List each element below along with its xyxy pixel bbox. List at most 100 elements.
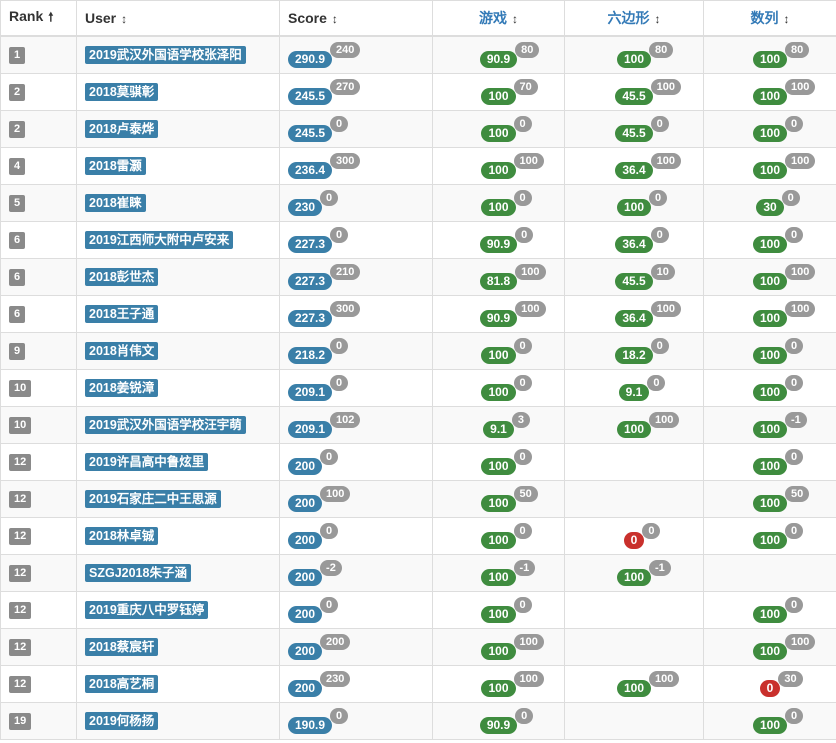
problem-score-pill[interactable]: 100 [752, 88, 788, 105]
score-pill[interactable]: 209.1 [288, 421, 333, 438]
problem-score-pill[interactable]: 36.4 [615, 310, 653, 327]
score-pill[interactable]: 200 [288, 606, 323, 623]
score-pill[interactable]: 227.3 [288, 236, 333, 253]
problem-score-pill[interactable]: 100 [616, 51, 652, 68]
problem-score-pill[interactable]: 100 [481, 384, 516, 401]
user-link[interactable]: 2019武汉外国语学校张泽阳 [85, 46, 246, 64]
problem-score-pill[interactable]: 100 [481, 680, 516, 697]
user-link[interactable]: 2019重庆八中罗钰婷 [85, 601, 209, 619]
sort-icon[interactable]: ↕ [655, 12, 661, 26]
problem-score-pill[interactable]: 100 [752, 236, 788, 253]
user-link[interactable]: 2018林卓铖 [85, 527, 159, 545]
user-link[interactable]: 2018蔡宸轩 [85, 638, 159, 656]
problem-score-pill[interactable]: 100 [752, 717, 788, 734]
problem-score-pill[interactable]: 100 [481, 495, 516, 512]
user-link[interactable]: 2018彭世杰 [85, 268, 159, 286]
problem-score-pill[interactable]: 100 [481, 125, 516, 142]
problem-score-pill[interactable]: 0 [623, 532, 645, 549]
problem-score-pill[interactable]: 100 [752, 310, 788, 327]
problem-score-pill[interactable]: 90.9 [479, 236, 518, 253]
problem-score-pill[interactable]: 90.9 [479, 717, 518, 734]
score-pill[interactable]: 227.3 [288, 273, 333, 290]
problem-score-pill[interactable]: 100 [616, 680, 652, 697]
problem-score-pill[interactable]: 45.5 [615, 88, 653, 105]
user-link[interactable]: 2019许昌高中鲁炫里 [85, 453, 209, 471]
problem-score-pill[interactable]: 100 [752, 51, 788, 68]
score-column-header[interactable]: Score ↕ [279, 0, 433, 37]
problem-link-3[interactable]: 数列 [751, 10, 779, 26]
problem-score-pill[interactable]: 30 [756, 199, 784, 216]
problem-score-pill[interactable]: 0 [759, 680, 781, 697]
sort-icon[interactable]: ↕ [512, 12, 518, 26]
user-column-header[interactable]: User ↕ [76, 0, 280, 37]
user-link[interactable]: 2018雷灏 [85, 157, 146, 175]
user-link[interactable]: 2018王子通 [85, 305, 159, 323]
problem-score-pill[interactable]: 9.1 [483, 421, 514, 438]
score-pill[interactable]: 290.9 [288, 51, 333, 68]
problem-header-3[interactable]: 数列 ↕ [703, 0, 836, 37]
score-pill[interactable]: 200 [288, 458, 323, 475]
score-pill[interactable]: 227.3 [288, 310, 333, 327]
user-link[interactable]: 2018姜锐漳 [85, 379, 159, 397]
problem-score-pill[interactable]: 100 [752, 606, 788, 623]
user-link[interactable]: 2018莫骐彰 [85, 83, 159, 101]
problem-score-pill[interactable]: 100 [481, 199, 516, 216]
user-link[interactable]: 2018崔睐 [85, 194, 146, 212]
problem-score-pill[interactable]: 90.9 [479, 51, 518, 68]
problem-score-pill[interactable]: 100 [616, 421, 652, 438]
sort-icon[interactable]: ↕ [332, 12, 338, 26]
problem-header-2[interactable]: 六边形 ↕ [564, 0, 704, 37]
sort-up-icon[interactable]: 🠕 [48, 8, 53, 29]
problem-score-pill[interactable]: 100 [481, 347, 516, 364]
score-pill[interactable]: 236.4 [288, 162, 333, 179]
problem-score-pill[interactable]: 100 [481, 643, 516, 660]
problem-score-pill[interactable]: 45.5 [615, 273, 653, 290]
problem-score-pill[interactable]: 100 [752, 162, 788, 179]
problem-header-1[interactable]: 游戏 ↕ [432, 0, 565, 37]
problem-score-pill[interactable]: 90.9 [479, 310, 518, 327]
problem-score-pill[interactable]: 36.4 [615, 162, 653, 179]
problem-score-pill[interactable]: 100 [752, 643, 788, 660]
problem-score-pill[interactable]: 100 [752, 421, 788, 438]
problem-score-pill[interactable]: 81.8 [479, 273, 518, 290]
problem-score-pill[interactable]: 100 [616, 199, 652, 216]
score-pill[interactable]: 245.5 [288, 125, 333, 142]
sort-icon[interactable]: ↕ [121, 12, 127, 26]
problem-score-pill[interactable]: 100 [752, 384, 788, 401]
rank-column-header[interactable]: Rank 🠕 [0, 0, 77, 37]
score-pill[interactable]: 209.1 [288, 384, 333, 401]
score-pill[interactable]: 200 [288, 680, 323, 697]
problem-score-pill[interactable]: 100 [752, 347, 788, 364]
problem-score-pill[interactable]: 45.5 [615, 125, 653, 142]
problem-score-pill[interactable]: 18.2 [615, 347, 653, 364]
score-pill[interactable]: 218.2 [288, 347, 333, 364]
problem-score-pill[interactable]: 100 [481, 569, 516, 586]
user-link[interactable]: 2019何杨扬 [85, 712, 159, 730]
score-pill[interactable]: 200 [288, 495, 323, 512]
score-pill[interactable]: 245.5 [288, 88, 333, 105]
problem-score-pill[interactable]: 100 [481, 162, 516, 179]
user-link[interactable]: 2018高艺桐 [85, 675, 159, 693]
problem-score-pill[interactable]: 100 [481, 606, 516, 623]
problem-score-pill[interactable]: 100 [752, 125, 788, 142]
problem-score-pill[interactable]: 100 [481, 532, 516, 549]
user-link[interactable]: 2019江西师大附中卢安来 [85, 231, 234, 249]
user-link[interactable]: 2018卢泰烨 [85, 120, 159, 138]
score-pill[interactable]: 200 [288, 569, 323, 586]
problem-link-1[interactable]: 游戏 [479, 10, 507, 26]
problem-score-pill[interactable]: 100 [752, 458, 788, 475]
problem-link-2[interactable]: 六边形 [608, 10, 650, 26]
score-pill[interactable]: 190.9 [288, 717, 333, 734]
problem-score-pill[interactable]: 100 [616, 569, 652, 586]
problem-score-pill[interactable]: 100 [481, 88, 516, 105]
problem-score-pill[interactable]: 100 [752, 273, 788, 290]
user-link[interactable]: 2019石家庄二中王思源 [85, 490, 221, 508]
sort-icon[interactable]: ↕ [784, 12, 790, 26]
user-link[interactable]: 2018肖伟文 [85, 342, 159, 360]
user-link[interactable]: 2019武汉外国语学校汪宇萌 [85, 416, 246, 434]
problem-score-pill[interactable]: 100 [752, 495, 788, 512]
score-pill[interactable]: 200 [288, 643, 323, 660]
problem-score-pill[interactable]: 36.4 [615, 236, 653, 253]
problem-score-pill[interactable]: 100 [481, 458, 516, 475]
score-pill[interactable]: 230 [288, 199, 323, 216]
